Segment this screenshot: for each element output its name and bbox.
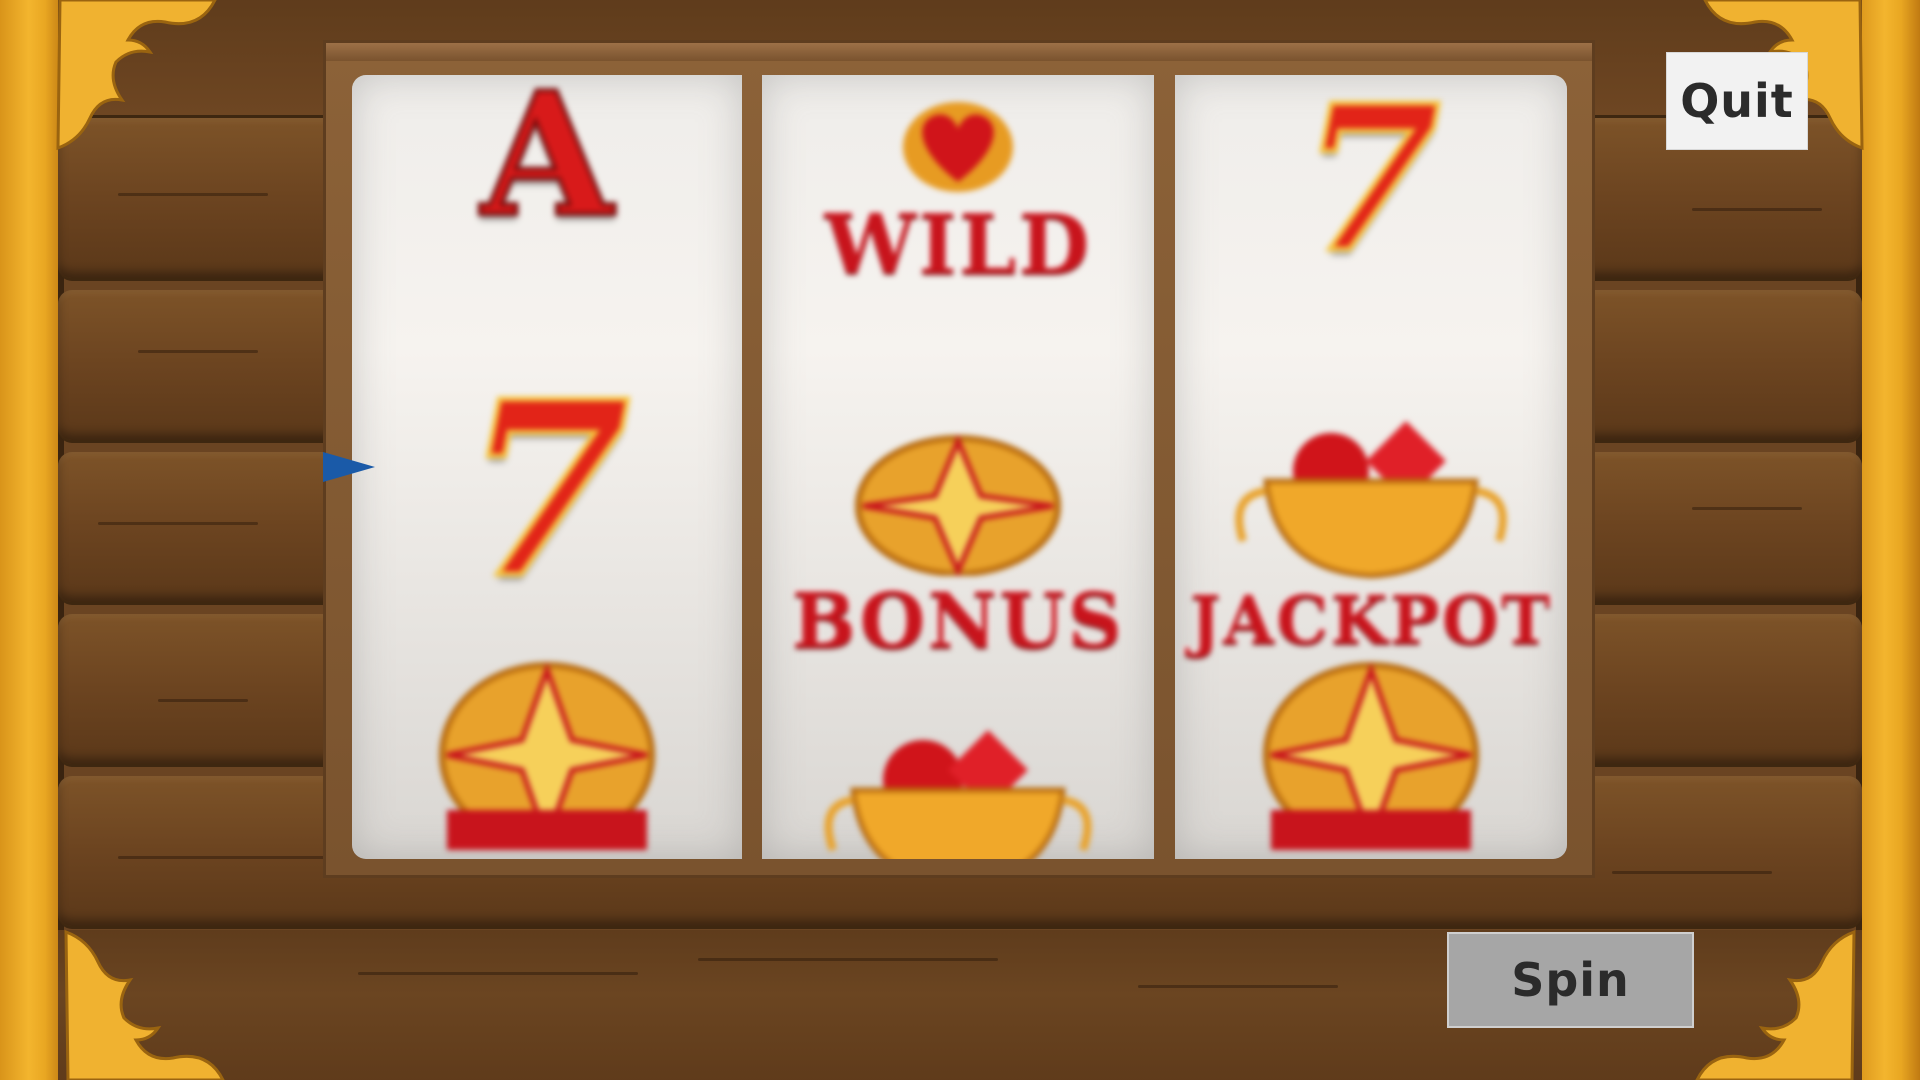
star-emblem-icon xyxy=(1263,662,1479,850)
reel-3: 7 JACKPOT xyxy=(1175,75,1567,859)
star-bonus-symbol xyxy=(1175,635,1567,859)
slot-machine-scene: A 7 WILD BONUS 7 JACKPOT Quit Spin xyxy=(0,0,1920,1080)
payline-pointer-icon xyxy=(323,452,375,482)
corner-ornament-icon xyxy=(56,0,217,150)
right-gold-border xyxy=(1856,0,1920,1080)
seven-symbol: 7 xyxy=(1299,75,1443,297)
star-emblem-icon xyxy=(855,434,1061,576)
corner-ornament-icon xyxy=(1694,930,1856,1080)
star-emblem-icon xyxy=(439,662,655,850)
ace-symbol: A xyxy=(479,75,615,255)
gems-cup-symbol xyxy=(762,705,1154,859)
spin-button[interactable]: Spin xyxy=(1447,932,1694,1028)
reel-2: WILD BONUS xyxy=(762,75,1154,859)
quit-button[interactable]: Quit xyxy=(1666,52,1808,150)
seven-symbol: 7 xyxy=(461,349,633,631)
wild-symbol: WILD xyxy=(762,75,1154,345)
star-bonus-symbol xyxy=(352,635,742,859)
reel-1: A 7 xyxy=(352,75,742,859)
treasure-cup-icon xyxy=(824,730,1092,859)
bonus-symbol: BONUS xyxy=(762,400,1154,690)
heart-icon xyxy=(903,102,1013,192)
left-gold-border xyxy=(0,0,64,1080)
treasure-cup-icon xyxy=(1235,421,1507,579)
corner-ornament-icon xyxy=(64,930,226,1080)
